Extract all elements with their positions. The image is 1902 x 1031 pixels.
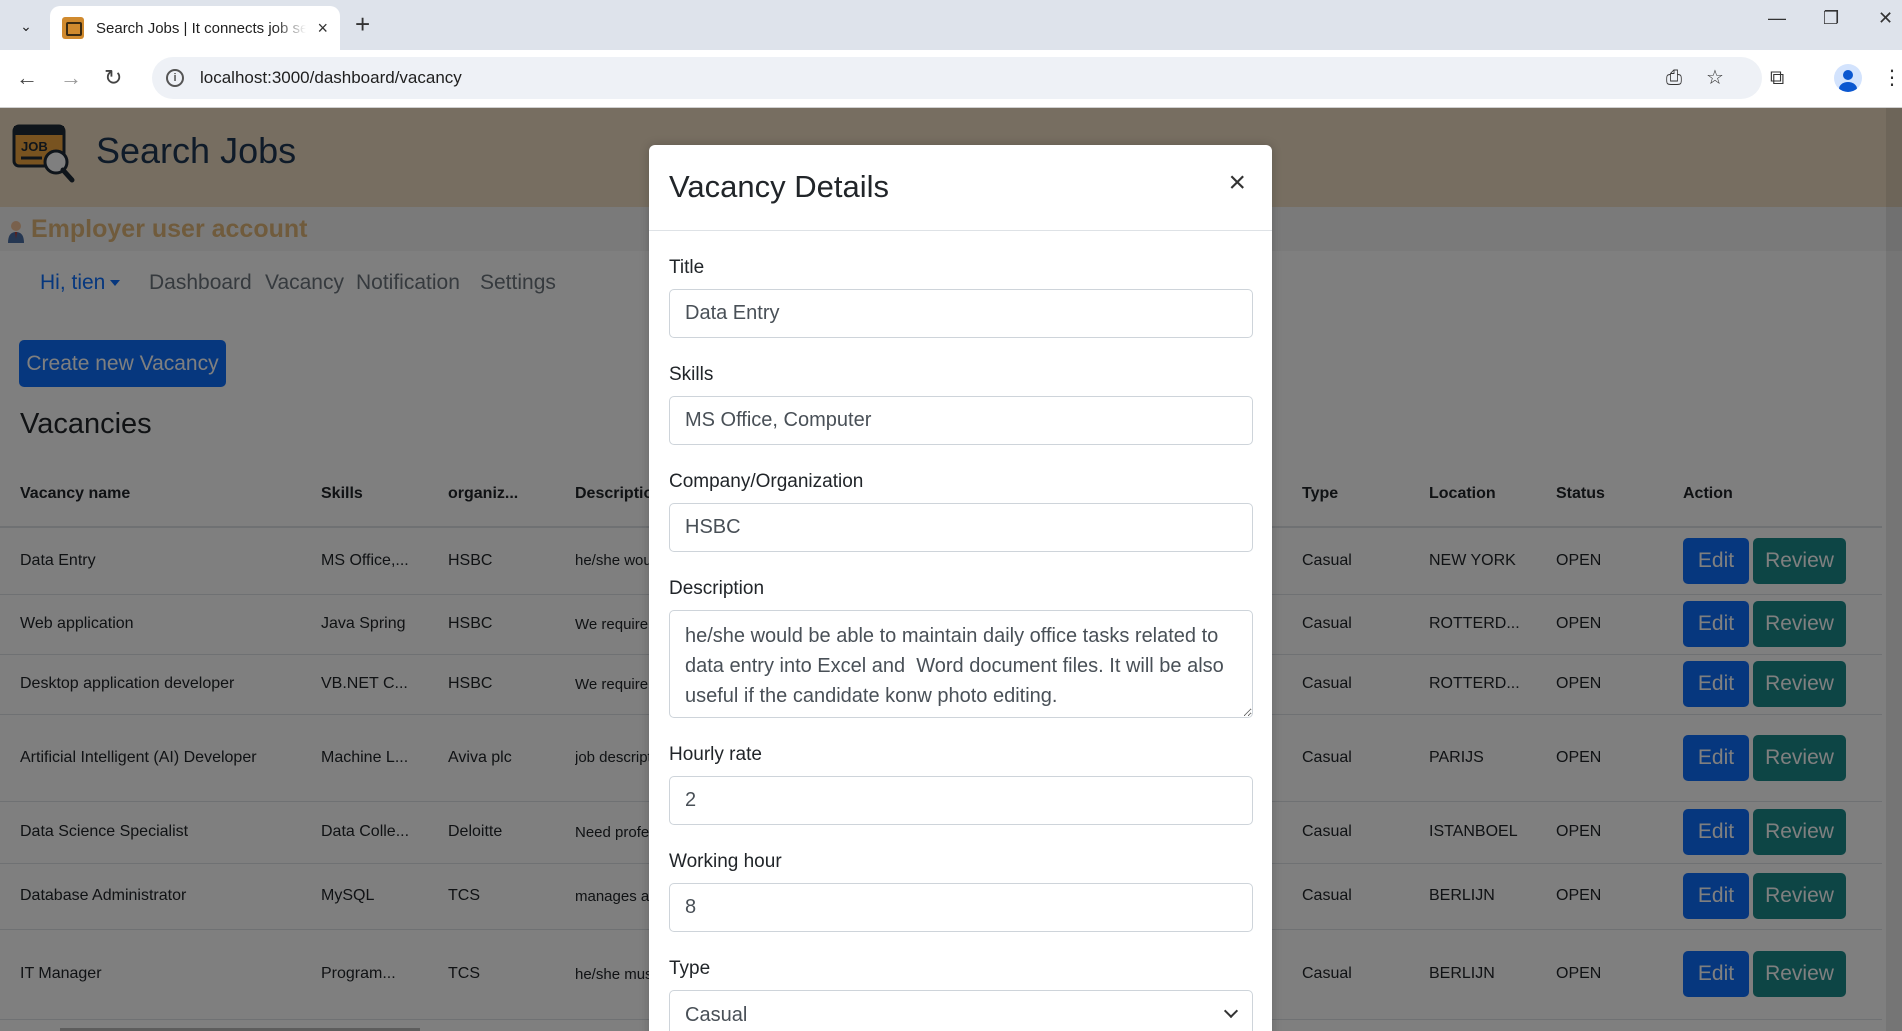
vacancy-details-modal: Vacancy Details × Title Skills Company/O… [649, 145, 1272, 1031]
description-textarea[interactable]: he/she would be able to maintain daily o… [669, 610, 1253, 718]
tab-search-chevron-down-icon[interactable]: ⌄ [12, 12, 40, 40]
back-arrow-icon[interactable]: ← [16, 64, 38, 92]
forward-arrow-icon[interactable]: → [60, 64, 82, 92]
omnibox[interactable]: i localhost:3000/dashboard/vacancy [152, 57, 1762, 99]
url-text[interactable]: localhost:3000/dashboard/vacancy [200, 68, 462, 88]
hourly-rate-label: Hourly rate [669, 744, 762, 765]
working-hour-label: Working hour [669, 851, 782, 872]
type-select-wrapper: Casual [669, 990, 1253, 1031]
hourly-rate-input[interactable] [669, 776, 1253, 825]
browser-menu-kebab-icon[interactable]: ⋮ [1882, 66, 1902, 90]
extensions-puzzle-icon[interactable]: ⧉ [1770, 66, 1784, 90]
skills-input[interactable] [669, 396, 1253, 445]
job-favicon-icon [62, 17, 84, 39]
reload-icon[interactable]: ↻ [104, 64, 122, 92]
window-minimize-icon[interactable]: — [1768, 8, 1786, 29]
profile-avatar-icon[interactable] [1834, 64, 1862, 92]
type-label: Type [669, 958, 711, 979]
site-info-icon[interactable]: i [166, 69, 184, 87]
working-hour-input[interactable] [669, 883, 1253, 932]
modal-close-icon[interactable]: × [1222, 167, 1252, 199]
modal-header: Vacancy Details × [649, 145, 1272, 231]
window-restore-icon[interactable]: ❐ [1823, 8, 1839, 29]
modal-title: Vacancy Details [669, 169, 889, 204]
company-label: Company/Organization [669, 471, 864, 492]
bookmark-star-icon[interactable]: ☆ [1706, 66, 1724, 90]
tab-close-icon[interactable]: × [317, 18, 328, 39]
skills-label: Skills [669, 364, 714, 385]
title-label: Title [669, 257, 705, 278]
browser-tab-active[interactable]: Search Jobs | It connects job seekers × [50, 6, 340, 50]
modal-body: Title Skills Company/Organization Descri… [649, 231, 1272, 1031]
title-input[interactable] [669, 289, 1253, 338]
page-viewport: JOB Search Jobs Employer user account Hi… [0, 108, 1902, 1031]
window-close-icon[interactable]: ✕ [1878, 8, 1893, 29]
browser-tab-strip: ⌄ Search Jobs | It connects job seekers … [0, 0, 1902, 50]
description-label: Description [669, 578, 765, 599]
address-bar-row: ← → ↻ i localhost:3000/dashboard/vacancy… [0, 50, 1902, 108]
new-tab-plus-icon[interactable]: + [355, 10, 370, 38]
type-select[interactable]: Casual [669, 990, 1253, 1031]
install-app-icon[interactable]: ⎙ [1666, 66, 1682, 90]
tab-title: Search Jobs | It connects job seekers [96, 19, 306, 37]
company-input[interactable] [669, 503, 1253, 552]
vertical-scrollbar[interactable] [1886, 108, 1902, 1031]
